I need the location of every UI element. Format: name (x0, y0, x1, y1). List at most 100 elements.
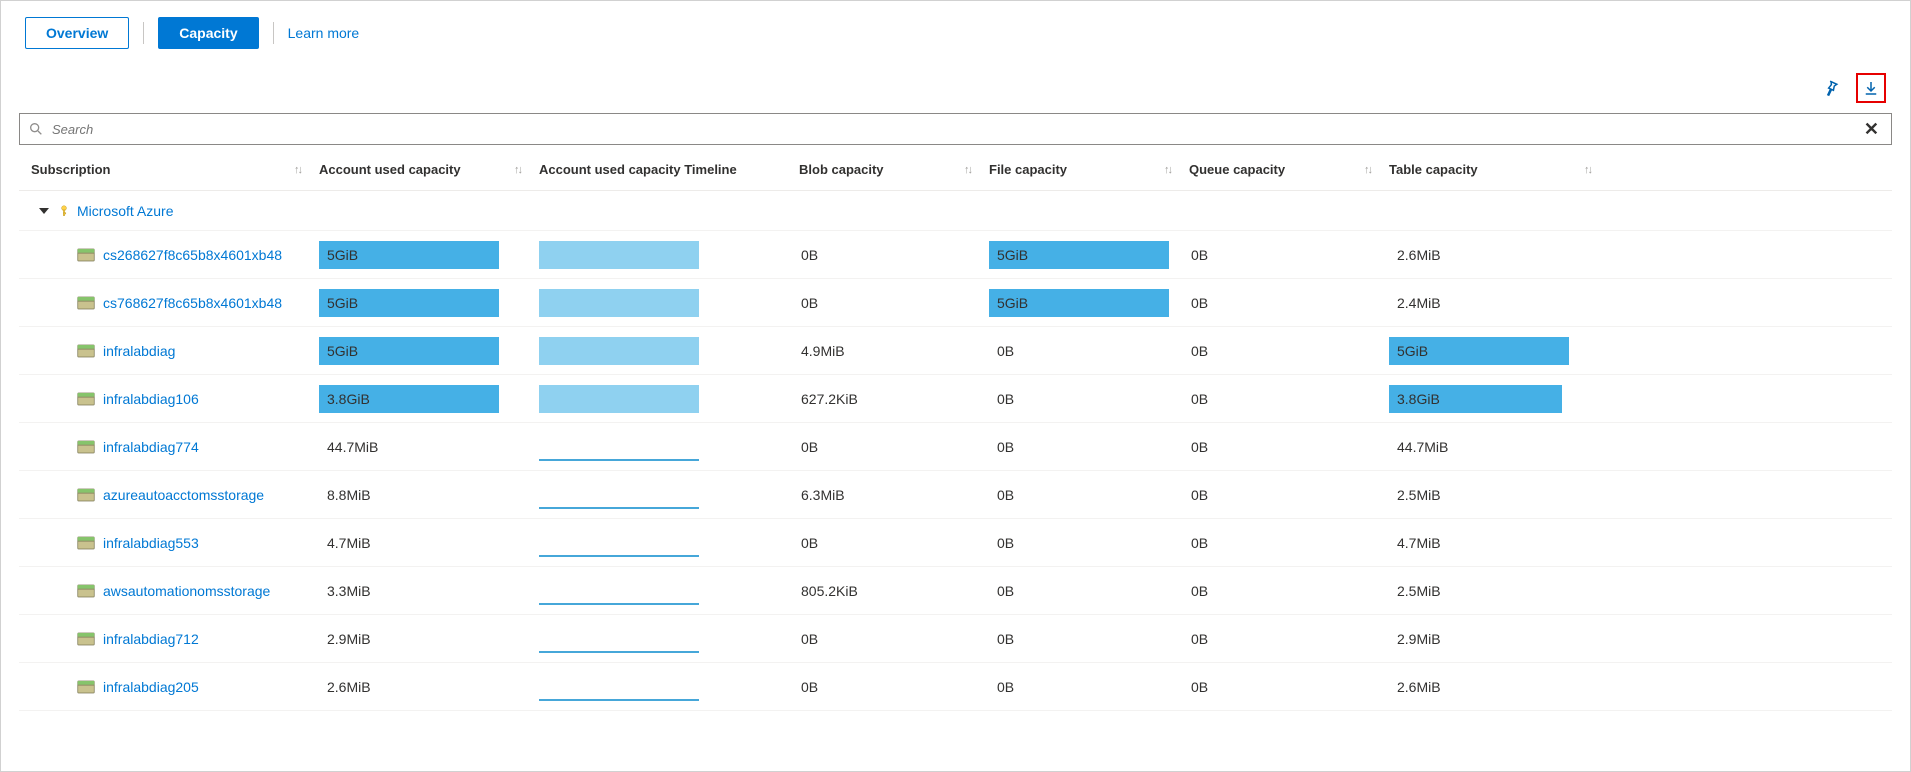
page-frame: Overview Capacity Learn more ✕ Subscript (0, 0, 1911, 772)
account-cell: infralabdiag774 (19, 439, 319, 455)
file-bar-value: 0B (997, 529, 1014, 557)
used-bar-value: 2.6MiB (327, 673, 371, 701)
table-row: infralabdiag7122.9MiB0B0B0B2.9MiB (19, 615, 1892, 663)
table-bar-value: 44.7MiB (1397, 433, 1448, 461)
pin-button[interactable] (1816, 73, 1846, 103)
subscription-group-row[interactable]: Microsoft Azure (19, 191, 1892, 231)
used-bar-value: 3.3MiB (327, 577, 371, 605)
table-bar: 2.9MiB (1389, 625, 1569, 653)
download-button[interactable] (1856, 73, 1886, 103)
search-clear-button[interactable]: ✕ (1860, 119, 1883, 140)
file-bar-value: 5GiB (997, 289, 1028, 317)
account-link[interactable]: infralabdiag (103, 343, 175, 359)
sort-icon: ↑↓ (964, 164, 971, 176)
used-bar: 5GiB (319, 337, 499, 365)
table-cell: 44.7MiB (1389, 433, 1609, 461)
col-file[interactable]: File capacity ↑↓ (989, 162, 1189, 177)
col-timeline: Account used capacity Timeline (539, 162, 799, 177)
search-box[interactable]: ✕ (19, 113, 1892, 145)
used-cell: 3.3MiB (319, 577, 539, 605)
account-cell: infralabdiag106 (19, 391, 319, 407)
account-link[interactable]: infralabdiag553 (103, 535, 199, 551)
search-input[interactable] (50, 121, 1860, 138)
table-bar: 2.5MiB (1389, 481, 1569, 509)
table-row: infralabdiag5GiB4.9MiB0B0B5GiB (19, 327, 1892, 375)
file-cell: 0B (989, 625, 1189, 653)
subscription-link[interactable]: Microsoft Azure (77, 203, 173, 219)
table-bar: 5GiB (1389, 337, 1569, 365)
table-row: infralabdiag5534.7MiB0B0B0B4.7MiB (19, 519, 1892, 567)
account-link[interactable]: cs268627f8c65b8x4601xb48 (103, 247, 282, 263)
table-cell: 2.9MiB (1389, 625, 1609, 653)
account-link[interactable]: infralabdiag106 (103, 391, 199, 407)
table-cell: 5GiB (1389, 337, 1609, 365)
col-account-used[interactable]: Account used capacity ↑↓ (319, 162, 539, 177)
queue-cell: 0B (1189, 295, 1389, 311)
storage-account-icon (77, 632, 95, 646)
table-bar: 44.7MiB (1389, 433, 1569, 461)
table-cell: 3.8GiB (1389, 385, 1609, 413)
file-bar-value: 0B (997, 481, 1014, 509)
account-link[interactable]: azureautoacctomsstorage (103, 487, 264, 503)
file-bar-value: 0B (997, 337, 1014, 365)
file-bar-value: 0B (997, 625, 1014, 653)
used-cell: 5GiB (319, 337, 539, 365)
used-bar: 4.7MiB (319, 529, 499, 557)
learn-more-link[interactable]: Learn more (288, 25, 360, 41)
col-queue[interactable]: Queue capacity ↑↓ (1189, 162, 1389, 177)
queue-cell: 0B (1189, 391, 1389, 407)
blob-cell: 0B (799, 679, 989, 695)
timeline-spark (539, 577, 699, 605)
sort-icon: ↑↓ (1584, 164, 1591, 176)
queue-cell: 0B (1189, 487, 1389, 503)
table-bar-value: 4.7MiB (1397, 529, 1441, 557)
col-table[interactable]: Table capacity ↑↓ (1389, 162, 1609, 177)
table-row: azureautoacctomsstorage8.8MiB6.3MiB0B0B2… (19, 471, 1892, 519)
queue-cell: 0B (1189, 535, 1389, 551)
account-link[interactable]: awsautomationomsstorage (103, 583, 270, 599)
tab-overview[interactable]: Overview (25, 17, 129, 49)
timeline-cell (539, 673, 799, 701)
used-bar-value: 44.7MiB (327, 433, 378, 461)
table-row: cs268627f8c65b8x4601xb485GiB0B5GiB0B2.6M… (19, 231, 1892, 279)
account-link[interactable]: infralabdiag774 (103, 439, 199, 455)
table-bar-value: 5GiB (1397, 337, 1428, 365)
used-bar-value: 4.7MiB (327, 529, 371, 557)
col-label: Account used capacity (319, 162, 461, 177)
download-icon (1862, 79, 1880, 97)
file-bar: 0B (989, 673, 1169, 701)
account-link[interactable]: infralabdiag205 (103, 679, 199, 695)
tab-capacity[interactable]: Capacity (158, 17, 258, 49)
timeline-cell (539, 241, 799, 269)
timeline-cell (539, 529, 799, 557)
queue-cell: 0B (1189, 679, 1389, 695)
table-row: infralabdiag1063.8GiB627.2KiB0B0B3.8GiB (19, 375, 1892, 423)
col-subscription[interactable]: Subscription ↑↓ (19, 162, 319, 177)
used-bar: 2.9MiB (319, 625, 499, 653)
account-cell: azureautoacctomsstorage (19, 487, 319, 503)
sort-icon: ↑↓ (1164, 164, 1171, 176)
used-cell: 5GiB (319, 289, 539, 317)
used-cell: 44.7MiB (319, 433, 539, 461)
storage-account-icon (77, 344, 95, 358)
account-cell: infralabdiag712 (19, 631, 319, 647)
account-cell: cs768627f8c65b8x4601xb48 (19, 295, 319, 311)
used-bar-value: 5GiB (327, 289, 358, 317)
table-row: cs768627f8c65b8x4601xb48 5GiB 0B 5GiB 0B 2.4M… (19, 279, 1892, 327)
table-row: infralabdiag2052.6MiB0B0B0B2.6MiB (19, 663, 1892, 711)
file-cell: 5GiB (989, 241, 1189, 269)
account-link[interactable]: infralabdiag712 (103, 631, 199, 647)
account-link[interactable]: cs768627f8c65b8x4601xb48 (103, 295, 282, 311)
used-cell: 8.8MiB (319, 481, 539, 509)
capacity-grid: Subscription ↑↓ Account used capacity ↑↓… (19, 149, 1892, 711)
table-row: infralabdiag77444.7MiB0B0B0B44.7MiB (19, 423, 1892, 471)
account-cell: infralabdiag205 (19, 679, 319, 695)
table-bar-value: 2.5MiB (1397, 481, 1441, 509)
blob-cell: 0B (799, 295, 989, 311)
table-cell: 2.4MiB (1389, 289, 1609, 317)
col-blob[interactable]: Blob capacity ↑↓ (799, 162, 989, 177)
used-bar: 44.7MiB (319, 433, 499, 461)
file-bar: 0B (989, 625, 1169, 653)
file-bar-value: 0B (997, 673, 1014, 701)
table-bar-value: 2.4MiB (1397, 289, 1441, 317)
